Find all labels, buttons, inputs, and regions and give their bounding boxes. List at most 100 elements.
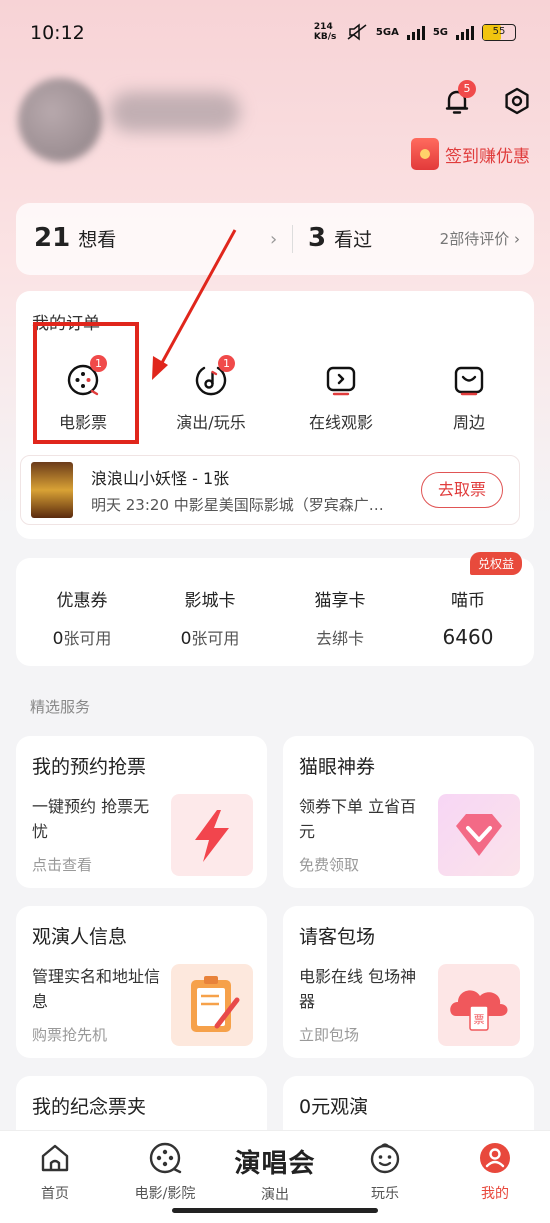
clipboard-icon [171,964,253,1046]
service-desc: 一键预约 抢票无忧 [32,797,150,841]
nav-home[interactable]: 首页 [5,1141,105,1203]
wallet-title: 优惠券 [56,591,108,611]
cloud-ticket-icon: 票 [438,964,520,1046]
nav-label: 演出 [261,1187,289,1203]
user-icon [480,1143,510,1173]
checkin-button[interactable]: 签到赚优惠 [411,138,530,170]
order-label: 在线观影 [308,413,373,432]
wallet-count: 6460 [442,625,494,649]
order-label: 周边 [452,413,485,432]
nav-movies[interactable]: 电影/影院 [115,1141,215,1203]
nav-label: 首页 [41,1186,69,1202]
service-title: 猫眼神券 [299,756,376,778]
username-blurred[interactable] [110,92,240,132]
wallet-unit: 张可用 [191,629,240,648]
wallet-title: 喵币 [451,591,485,611]
wallet-maoxiang-card[interactable]: 猫享卡 去绑卡 [280,586,400,649]
want-label: 想看 [78,229,117,251]
service-card-reservation[interactable]: 我的预约抢票 一键预约 抢票无忧 点击查看 [16,736,267,888]
bag-icon [454,366,484,396]
pick-up-ticket-button[interactable]: 去取票 [421,472,503,508]
nav-label: 我的 [481,1186,509,1202]
network-speed: 214 KB/s [313,22,337,42]
service-sub: 购票抢先机 [32,1026,108,1044]
order-online-movie[interactable]: 在线观影 [286,351,396,433]
service-title: 观演人信息 [32,926,128,948]
ticket-detail: 明天 23:20 中影星美国际影城（罗宾森广… [91,496,384,514]
battery-level: 55 [492,25,506,37]
watch-stats-card: 21 想看 › 3 看过 2部待评价 › [16,203,534,275]
nav-label: 电影/影院 [134,1186,196,1202]
wallet-card: 兑权益 优惠券 0张可用 影城卡 0张可用 猫享卡 去绑卡 喵币 6460 [16,552,534,666]
exchange-badge[interactable]: 兑权益 [469,552,522,575]
chevron-right-icon: › [514,230,520,248]
service-title: 请客包场 [299,926,376,948]
services-title: 精选服务 [30,698,91,716]
red-envelope-icon [411,138,439,170]
wallet-coupons[interactable]: 优惠券 0张可用 [22,586,142,649]
film-reel-icon [149,1142,182,1174]
smile-icon [370,1143,400,1174]
notification-badge: 5 [458,80,476,98]
order-label: 演出/玩乐 [176,413,246,432]
service-title: 0元观演 [299,1096,369,1118]
battery-icon: 55 [482,23,516,41]
wallet-cinema-card[interactable]: 影城卡 0张可用 [150,586,270,649]
ticket-title: 浪浪山小妖怪 - 1张 [91,469,230,488]
wallet-unit: 去绑卡 [315,629,364,648]
diamond-icon [438,794,520,876]
wallet-coins[interactable]: 喵币 6460 [408,586,528,649]
service-desc: 管理实名和地址信息 [32,967,161,1011]
seen-label: 看过 [334,229,373,251]
service-card-audience-info[interactable]: 观演人信息 管理实名和地址信息 购票抢先机 [16,906,267,1058]
home-indicator [172,1208,378,1213]
divider [292,225,293,253]
service-card-private-screening[interactable]: 请客包场 电影在线 包场神器 立即包场 票 [283,906,534,1058]
service-card-coupons[interactable]: 猫眼神券 领券下单 立省百元 免费领取 [283,736,534,888]
service-sub: 立即包场 [299,1026,360,1044]
wallet-title: 猫享卡 [314,591,366,611]
home-icon [41,1144,69,1172]
service-sub: 点击查看 [32,856,93,874]
service-title: 我的预约抢票 [32,756,147,778]
nav-shows[interactable]: 演唱会 演出 [225,1141,325,1204]
avatar[interactable] [18,78,102,162]
signal-icon-2 [456,24,474,40]
movie-poster [31,462,73,518]
highlight-box [33,322,139,444]
wallet-count: 0 [52,629,64,649]
play-screen-icon [326,366,356,396]
nav-mine[interactable]: 我的 [445,1141,545,1203]
service-title: 我的纪念票夹 [32,1096,147,1118]
pending-review-link[interactable]: 2部待评价 › [440,228,520,249]
service-desc: 领券下单 立省百元 [299,797,417,841]
nav-concert-label: 演唱会 [234,1149,316,1179]
status-icons: 214 KB/s 5GA 5G 55 [314,22,516,42]
watched[interactable]: 3 看过 [308,223,372,253]
nav-label: 玩乐 [371,1186,399,1202]
seen-count: 3 [308,223,327,253]
wallet-unit: 张可用 [63,629,112,648]
want-to-watch[interactable]: 21 想看 [34,223,116,253]
network-type-1: 5GA [375,26,399,38]
mute-icon [347,23,367,41]
network-type-2: 5G [432,26,448,38]
nav-fun[interactable]: 玩乐 [335,1141,435,1203]
signal-icon [406,24,425,40]
checkin-label: 签到赚优惠 [445,146,530,167]
svg-text:票: 票 [474,1013,485,1026]
pending-ticket-row[interactable]: 浪浪山小妖怪 - 1张 明天 23:20 中影星美国际影城（罗宾森广… 去取票 [20,455,520,525]
service-sub: 免费领取 [299,856,360,874]
annotation-arrow [152,229,237,380]
order-merch[interactable]: 周边 [414,351,524,433]
wallet-title: 影城卡 [184,591,236,611]
want-count: 21 [34,223,71,253]
wallet-count: 0 [180,629,192,649]
settings-gear-icon[interactable] [502,86,532,116]
pending-review-label: 2部待评价 [439,230,510,248]
lightning-icon [171,794,253,876]
chevron-right-icon: › [270,229,278,250]
status-time: 10:12 [30,22,85,44]
status-bar: 10:12 214 KB/s 5GA 5G 55 [0,0,550,66]
service-desc: 电影在线 包场神器 [299,967,417,1011]
